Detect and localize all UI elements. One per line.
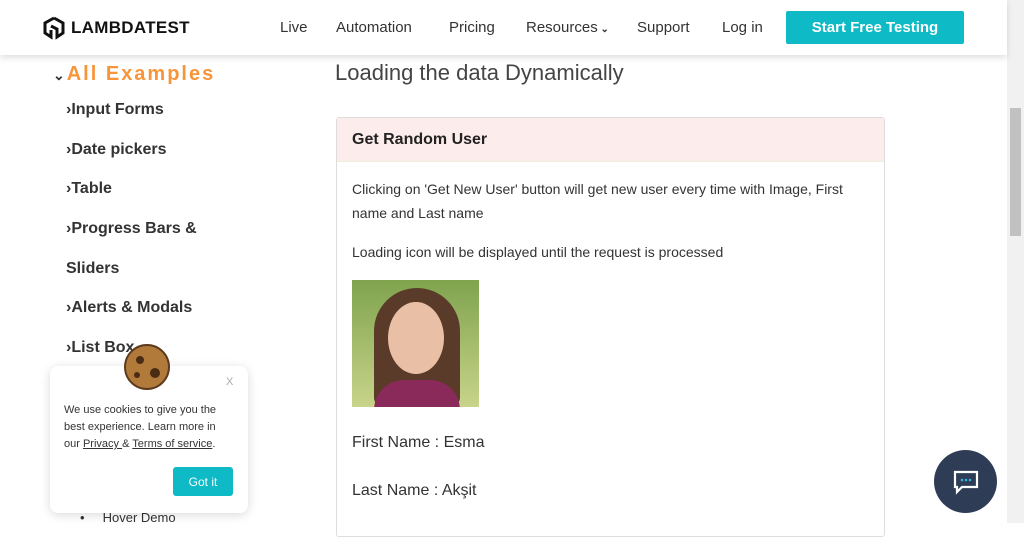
nav-login[interactable]: Log in	[722, 19, 763, 36]
sidebar-item-sliders[interactable]: Sliders	[66, 260, 119, 278]
sidebar-item-label: Input Forms	[71, 101, 164, 118]
nav-automation[interactable]: Automation	[336, 19, 412, 36]
start-free-testing-button[interactable]: Start Free Testing	[786, 11, 964, 44]
chat-bubble-icon	[953, 470, 978, 495]
page-title: Loading the data Dynamically	[335, 60, 624, 85]
scrollbar[interactable]	[1007, 0, 1024, 523]
first-name: First Name : Esma	[352, 434, 485, 451]
panel-description: Clicking on 'Get New User' button will g…	[352, 181, 843, 221]
terms-link[interactable]: Terms of service	[132, 438, 212, 450]
panel-title: Get Random User	[337, 118, 884, 162]
sidebar-item-table[interactable]: ›Table	[66, 180, 112, 198]
sidebar-item-date-pickers[interactable]: ›Date pickers	[66, 141, 167, 159]
got-it-button[interactable]: Got it	[173, 467, 233, 496]
logo[interactable]: LAMBDATEST	[43, 16, 190, 40]
nav-pricing[interactable]: Pricing	[449, 19, 495, 36]
sidebar-item-alerts-modals[interactable]: ›Alerts & Modals	[66, 299, 192, 317]
user-photo	[352, 280, 479, 407]
lambdatest-logo-icon	[43, 16, 65, 40]
last-name: Last Name : Akşit	[352, 482, 477, 499]
sidebar-item-label: Table	[71, 180, 112, 197]
nav-resources-label: Resources	[526, 19, 598, 36]
random-user-panel: Get Random User Clicking on 'Get New Use…	[336, 117, 885, 537]
chevron-down-icon: ⌄	[53, 67, 67, 83]
sidebar-item-label: Progress Bars &	[71, 220, 197, 237]
nav-support[interactable]: Support	[637, 19, 690, 36]
close-icon[interactable]: X	[226, 376, 233, 388]
nav-resources[interactable]: Resources ⌄	[526, 19, 609, 36]
logo-text: LAMBDATEST	[71, 18, 190, 37]
sidebar-item-list-box[interactable]: ›List Box	[66, 339, 134, 357]
sidebar-item-label: Date pickers	[71, 141, 167, 158]
cookie-banner: X We use cookies to give you the best ex…	[50, 344, 248, 513]
ampersand: &	[122, 438, 133, 450]
loading-note: Loading icon will be displayed until the…	[352, 244, 724, 260]
sidebar-item-label: List Box	[71, 339, 135, 356]
privacy-link[interactable]: Privacy	[83, 438, 122, 450]
sidebar-title: All Examples	[66, 63, 216, 85]
period: .	[212, 438, 216, 450]
sidebar-all-examples[interactable]: ⌄All Examples	[53, 63, 215, 86]
cookie-text: We use cookies to give you the best expe…	[64, 402, 234, 453]
top-header: LAMBDATEST Live Automation Pricing Resou…	[0, 0, 1007, 55]
chat-button[interactable]	[934, 450, 997, 513]
sidebar-item-label: Alerts & Modals	[71, 299, 193, 316]
sidebar-item-progress-bars[interactable]: ›Progress Bars &	[66, 220, 197, 238]
chevron-down-icon: ⌄	[597, 24, 609, 35]
cookie-icon	[124, 344, 170, 390]
scrollbar-thumb[interactable]	[1010, 108, 1021, 236]
nav-live[interactable]: Live	[280, 19, 308, 36]
sidebar-item-input-forms[interactable]: ›Input Forms	[66, 101, 164, 119]
